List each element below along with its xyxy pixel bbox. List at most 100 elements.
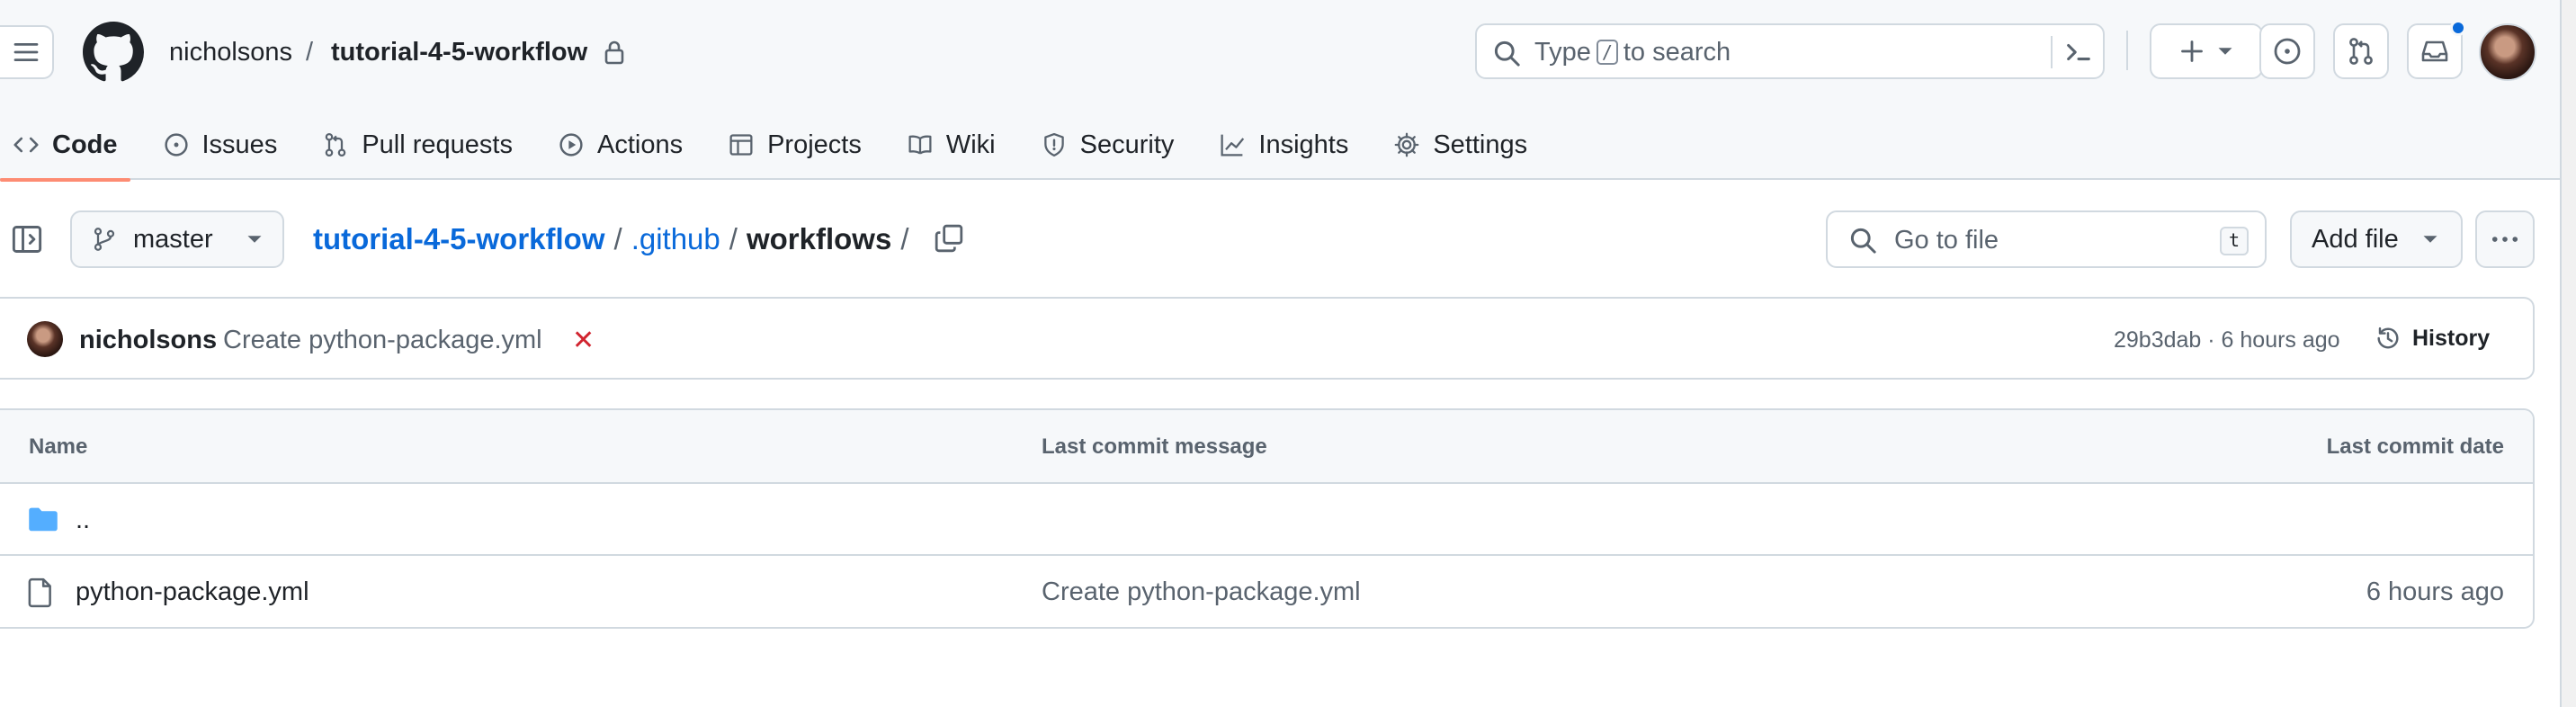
table-header: Name Last commit message Last commit dat… (0, 410, 2533, 484)
add-file-button[interactable]: Add file (2290, 210, 2463, 268)
sidebar-expand-icon[interactable] (11, 223, 43, 255)
commit-sha-and-time[interactable]: 29b3dab · 6 hours ago (2114, 327, 2340, 354)
issue-opened-icon (163, 131, 190, 158)
history-button[interactable]: History (2375, 322, 2490, 354)
search-shortcut-key: / (1596, 40, 1618, 65)
graph-icon (1219, 131, 1246, 158)
tab-pull-requests[interactable]: Pull requests (309, 110, 525, 180)
file-commit-date: 6 hours ago (2366, 577, 2504, 606)
tab-projects-label: Projects (767, 130, 862, 159)
search-placeholder: Type / to search (1534, 38, 1731, 67)
add-file-label: Add file (2312, 224, 2399, 254)
more-options-button[interactable] (2475, 210, 2535, 268)
your-pull-requests-button[interactable] (2333, 23, 2389, 79)
issue-opened-icon (2274, 38, 2301, 65)
tab-security[interactable]: Security (1028, 110, 1187, 180)
command-palette-icon[interactable] (2063, 38, 2094, 67)
create-new-button[interactable] (2150, 23, 2263, 79)
tab-wiki-label: Wiki (945, 130, 996, 159)
git-branch-icon (94, 228, 115, 251)
breadcrumb: tutorial-4-5-workflow / .github / workfl… (313, 221, 908, 257)
go-to-file-placeholder: Go to file (1894, 226, 1999, 255)
plus-icon (2181, 40, 2203, 62)
unread-notification-dot (2450, 20, 2466, 36)
tab-issues[interactable]: Issues (150, 110, 291, 180)
breadcrumb-current-folder: workflows (746, 222, 892, 255)
repo-header: nicholsons / tutorial-4-5-workflow Type … (0, 0, 2560, 182)
search-divider (2051, 36, 2053, 68)
tab-settings[interactable]: Settings (1381, 110, 1540, 180)
file-icon (28, 577, 51, 608)
repo-owner-link[interactable]: nicholsons (169, 36, 292, 68)
column-header-last-commit-message: Last commit message (1042, 434, 1267, 459)
global-search-input[interactable]: Type / to search (1475, 23, 2105, 79)
code-icon (13, 131, 40, 158)
tab-actions-label: Actions (596, 130, 684, 159)
branch-name: master (133, 224, 213, 254)
column-header-last-commit-date: Last commit date (2326, 434, 2504, 459)
breadcrumb-repo-link[interactable]: tutorial-4-5-workflow (313, 221, 605, 257)
breadcrumb-separator: / (729, 222, 738, 255)
search-suffix: to search (1623, 38, 1731, 67)
branch-selector-button[interactable]: master (70, 210, 284, 268)
repo-tabs: Code Issues Pull requests Actions Projec… (0, 110, 1560, 182)
tab-insights-label: Insights (1258, 130, 1349, 159)
latest-commit-box: nicholsons Create python-package.yml ✕ 2… (0, 297, 2535, 380)
parent-directory-link[interactable]: .. (76, 504, 90, 536)
copy-path-icon[interactable] (934, 223, 964, 254)
tab-security-label: Security (1079, 130, 1175, 159)
tab-settings-label: Settings (1433, 130, 1528, 159)
go-to-file-input[interactable]: Go to file t (1826, 210, 2267, 268)
tab-pull-requests-label: Pull requests (362, 130, 513, 159)
go-to-file-shortcut-key: t (2220, 227, 2249, 255)
tab-code[interactable]: Code (0, 110, 130, 182)
play-icon (558, 131, 585, 158)
tab-issues-label: Issues (201, 130, 278, 159)
check-failed-icon[interactable]: ✕ (572, 327, 595, 354)
history-icon (2377, 327, 2399, 349)
kebab-horizontal-icon (2491, 237, 2518, 242)
file-list-table: Name Last commit message Last commit dat… (0, 408, 2535, 629)
commit-message-link[interactable]: Create python-package.yml (223, 324, 542, 356)
search-prefix: Type (1534, 38, 1591, 67)
history-label: History (2412, 326, 2491, 351)
git-pull-request-icon (2349, 38, 2373, 65)
commit-author-link[interactable]: nicholsons (79, 324, 217, 356)
book-icon (907, 131, 934, 158)
search-icon (1494, 40, 1520, 67)
tab-actions[interactable]: Actions (545, 110, 695, 180)
table-icon (728, 131, 755, 158)
triangle-down-icon (2218, 48, 2232, 55)
your-issues-button[interactable] (2259, 23, 2315, 79)
triangle-down-icon (2423, 236, 2437, 243)
owner-repo-separator: / (306, 38, 314, 67)
lock-icon (604, 40, 624, 65)
folder-icon (29, 507, 58, 532)
column-header-name: Name (29, 434, 88, 459)
window-scrollbar[interactable] (2560, 0, 2576, 707)
menu-button[interactable] (0, 25, 54, 79)
shield-icon (1041, 131, 1068, 158)
user-avatar[interactable] (2479, 23, 2536, 81)
breadcrumb-separator: / (613, 222, 622, 255)
tab-wiki[interactable]: Wiki (894, 110, 1008, 180)
github-logo-icon[interactable] (83, 22, 144, 83)
repo-name-link[interactable]: tutorial-4-5-workflow (331, 36, 587, 68)
breadcrumb-trailing-separator: / (900, 222, 909, 255)
file-name-link[interactable]: python-package.yml (76, 576, 309, 608)
tab-projects[interactable]: Projects (715, 110, 874, 180)
table-row[interactable]: python-package.yml Create python-package… (0, 556, 2533, 627)
tab-code-label: Code (52, 130, 118, 159)
commit-author-avatar[interactable] (27, 321, 63, 357)
search-icon (1850, 228, 1876, 254)
triangle-down-icon (247, 236, 262, 243)
breadcrumb-github-folder-link[interactable]: .github (631, 221, 720, 257)
git-pull-request-icon (322, 131, 349, 158)
tab-insights[interactable]: Insights (1206, 110, 1361, 180)
parent-directory-row[interactable]: .. (0, 484, 2533, 556)
gear-icon (1393, 131, 1420, 158)
inbox-icon (2421, 40, 2448, 62)
header-divider (2126, 31, 2128, 70)
file-commit-message-link[interactable]: Create python-package.yml (1042, 576, 1361, 608)
hamburger-icon (13, 43, 39, 61)
